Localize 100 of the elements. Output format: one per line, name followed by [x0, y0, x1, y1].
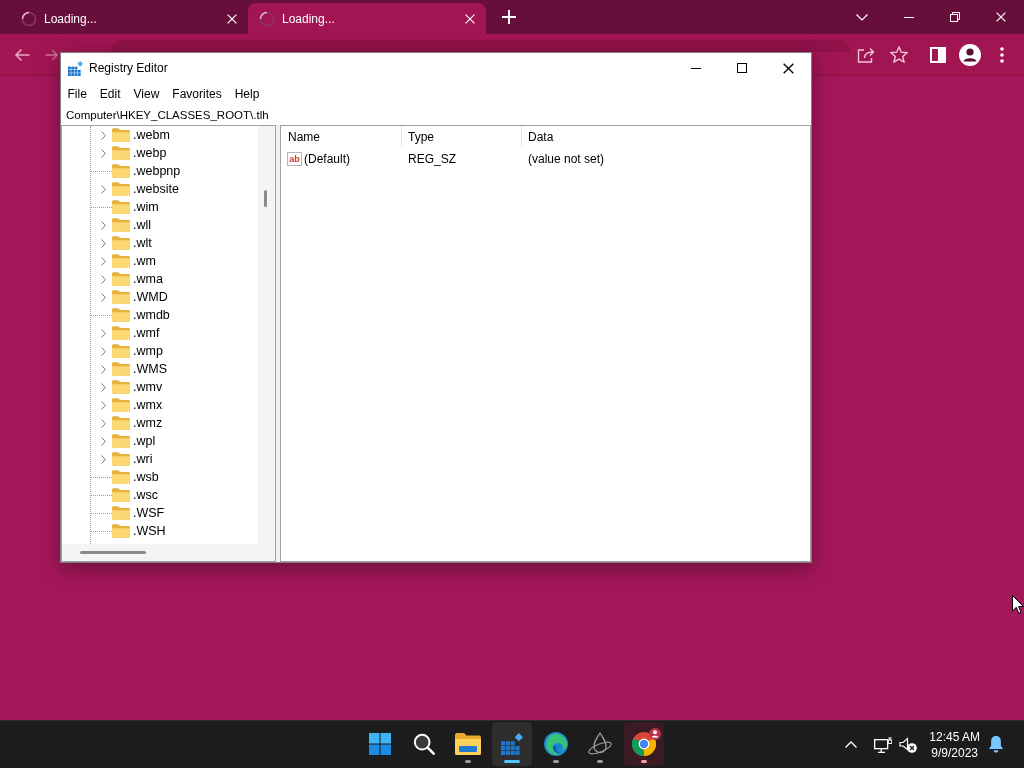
- folder-icon: [112, 470, 130, 484]
- folder-icon: [112, 398, 130, 412]
- chevron-right-icon[interactable]: [101, 184, 106, 194]
- chevron-right-icon[interactable]: [101, 400, 106, 410]
- chevron-right-icon[interactable]: [101, 436, 106, 446]
- tree-item-label[interactable]: .wmz: [133, 416, 163, 430]
- chevron-up-icon: [845, 741, 858, 748]
- menu-item[interactable]: File: [61, 83, 94, 104]
- tree-item-label[interactable]: .wsb: [133, 470, 159, 484]
- drop-orbit-icon: [587, 732, 613, 756]
- column-header[interactable]: Name: [281, 126, 402, 147]
- tree-item-label[interactable]: .WMD: [133, 290, 168, 304]
- muted-speaker-icon[interactable]: [899, 736, 918, 753]
- tree-item-label[interactable]: .WSF: [133, 506, 165, 520]
- tree-item-label[interactable]: .webm: [133, 128, 170, 142]
- swirl-browser-icon: [544, 732, 568, 756]
- loading-spinner-icon: [21, 10, 37, 27]
- more-dots-icon: [1000, 46, 1004, 63]
- clock-time: 12:45 AM: [929, 728, 980, 745]
- tree-item-label[interactable]: .website: [133, 182, 179, 196]
- registry-cubes-icon: [501, 733, 523, 755]
- tree-item-label[interactable]: .WMS: [133, 362, 168, 376]
- folder-icon: [112, 434, 130, 448]
- taskbar-button[interactable]: [492, 722, 532, 766]
- close-icon: [996, 12, 1006, 22]
- folder-icon: [112, 200, 130, 214]
- folder-icon: [112, 452, 130, 466]
- tree-item-label[interactable]: .wll: [133, 218, 152, 232]
- minimize-icon: [904, 16, 914, 18]
- chevron-right-icon[interactable]: [101, 292, 106, 302]
- folder-icon: [112, 506, 130, 520]
- folder-icon: [112, 416, 130, 430]
- person-avatar-icon: [959, 43, 981, 66]
- folder-icon: [112, 326, 130, 340]
- folder-icon: [112, 182, 130, 196]
- tree-item-label[interactable]: .wma: [133, 272, 163, 286]
- address-field[interactable]: Computer\HKEY_CLASSES_ROOT\.tlh: [61, 104, 811, 125]
- chevron-right-icon[interactable]: [101, 148, 106, 158]
- menu-item[interactable]: Edit: [93, 83, 128, 104]
- taskbar-button[interactable]: [624, 722, 664, 766]
- folder-icon: [112, 128, 130, 142]
- tree-item-label[interactable]: .wim: [133, 200, 159, 214]
- side-panel-icon: [930, 46, 946, 63]
- browser-tab[interactable]: Loading...: [248, 3, 486, 34]
- network-monitor-icon[interactable]: [874, 736, 893, 753]
- tree-item-label[interactable]: .wmf: [133, 326, 160, 340]
- tree-item-label[interactable]: .wmv: [133, 380, 163, 394]
- address-bar-field[interactable]: [111, 40, 850, 52]
- tree-item-label[interactable]: .wmdb: [133, 308, 170, 322]
- value-data: (value not set): [528, 152, 605, 166]
- folder-icon: [112, 236, 130, 250]
- tree-item-label[interactable]: .wm: [133, 254, 156, 268]
- chevron-right-icon[interactable]: [101, 418, 106, 428]
- tree-item-label[interactable]: .WSH: [133, 524, 166, 538]
- folder-icon: [112, 344, 130, 358]
- bell-icon[interactable]: [988, 735, 1004, 754]
- chevron-right-icon[interactable]: [101, 220, 106, 230]
- tree-item-label[interactable]: .webp: [133, 146, 167, 160]
- tree-item-label[interactable]: .wri: [133, 452, 153, 466]
- scrollbar-thumb[interactable]: [80, 551, 146, 554]
- tree-item-label[interactable]: .wpl: [133, 434, 156, 448]
- tree-item-label[interactable]: .wmx: [133, 398, 163, 412]
- folder-icon: [112, 164, 130, 178]
- chevron-right-icon[interactable]: [101, 274, 106, 284]
- menu-item[interactable]: Favorites: [165, 83, 229, 104]
- tree-item-label[interactable]: .wmp: [133, 344, 163, 358]
- chevron-right-icon[interactable]: [101, 238, 106, 248]
- close-icon: [227, 13, 237, 24]
- column-header[interactable]: Type: [402, 126, 522, 147]
- folder-icon: [112, 218, 130, 232]
- back-arrow-icon: [14, 47, 30, 62]
- value-name[interactable]: (Default): [304, 152, 350, 166]
- column-header[interactable]: Data: [522, 126, 810, 147]
- chevron-right-icon[interactable]: [101, 328, 106, 338]
- chevron-right-icon[interactable]: [101, 346, 106, 356]
- tree-item-label[interactable]: .wlt: [133, 236, 152, 250]
- chevron-right-icon[interactable]: [101, 454, 106, 464]
- folder-icon: [112, 272, 130, 286]
- folder-icon: [455, 733, 481, 755]
- chevron-right-icon[interactable]: [101, 382, 106, 392]
- share-icon: [857, 46, 875, 63]
- tree-item-label[interactable]: .wsc: [133, 488, 158, 502]
- scrollbar-thumb[interactable]: [264, 190, 267, 207]
- folder-icon: [112, 254, 130, 268]
- menu-item[interactable]: Help: [228, 83, 266, 104]
- chevron-right-icon[interactable]: [101, 130, 106, 140]
- restore-icon: [950, 12, 960, 22]
- value-type: REG_SZ: [408, 152, 456, 166]
- tree-item-label[interactable]: .webpnp: [133, 164, 181, 178]
- round-browser-icon: [632, 732, 656, 756]
- browser-tab[interactable]: Loading...: [10, 3, 248, 34]
- chevron-right-icon[interactable]: [101, 364, 106, 374]
- forward-button[interactable]: [45, 48, 59, 62]
- windows-start-icon: [369, 733, 391, 755]
- close-icon: [782, 62, 794, 74]
- chevron-right-icon[interactable]: [101, 256, 106, 266]
- clock-date: 9/9/2023: [931, 744, 978, 761]
- close-icon: [465, 13, 475, 24]
- folder-icon: [112, 146, 130, 160]
- menu-item[interactable]: View: [127, 83, 166, 104]
